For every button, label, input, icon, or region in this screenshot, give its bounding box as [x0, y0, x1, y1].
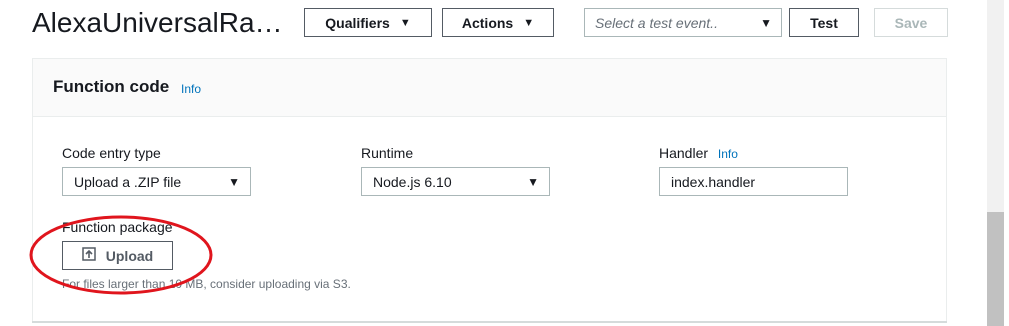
save-button[interactable]: Save — [874, 8, 948, 37]
caret-down-icon: ▼ — [523, 16, 535, 29]
handler-label: Handler — [659, 145, 709, 161]
test-event-select[interactable]: Select a test event.. ▼ — [584, 8, 782, 37]
upload-size-hint: For files larger than 10 MB, consider up… — [62, 277, 351, 291]
test-event-placeholder: Select a test event.. — [595, 14, 718, 31]
handler-label-row: Handler Info — [659, 145, 738, 161]
upload-button[interactable]: Upload — [62, 241, 173, 270]
handler-info-link[interactable]: Info — [718, 147, 738, 161]
function-package-label: Function package — [62, 219, 173, 235]
caret-down-icon: ▼ — [760, 15, 772, 30]
caret-down-icon: ▼ — [228, 174, 240, 189]
actions-button[interactable]: Actions ▼ — [442, 8, 554, 37]
code-entry-type-select[interactable]: Upload a .ZIP file ▼ — [62, 167, 251, 196]
panel-bottom-border — [32, 321, 947, 323]
handler-value: index.handler — [671, 173, 756, 190]
function-code-info-link[interactable]: Info — [181, 82, 201, 96]
scrollbar-thumb[interactable] — [987, 212, 1004, 326]
upload-icon — [82, 247, 96, 264]
caret-down-icon: ▼ — [399, 16, 411, 29]
runtime-select[interactable]: Node.js 6.10 ▼ — [361, 167, 550, 196]
caret-down-icon: ▼ — [527, 174, 539, 189]
panel-header: Function code Info — [33, 59, 946, 117]
actions-label: Actions — [461, 14, 514, 31]
code-entry-type-label: Code entry type — [62, 145, 161, 161]
qualifiers-button[interactable]: Qualifiers ▼ — [304, 8, 432, 37]
scroll-gutter — [1004, 0, 1009, 326]
qualifiers-label: Qualifiers — [325, 14, 390, 31]
function-name-title: AlexaUniversalRas… — [32, 7, 294, 38]
upload-label: Upload — [105, 247, 154, 264]
handler-input[interactable]: index.handler — [659, 167, 848, 196]
runtime-label: Runtime — [361, 145, 414, 161]
code-entry-type-value: Upload a .ZIP file — [74, 173, 182, 190]
runtime-value: Node.js 6.10 — [373, 173, 452, 190]
test-button[interactable]: Test — [789, 8, 859, 37]
panel-title: Function code — [53, 77, 170, 96]
